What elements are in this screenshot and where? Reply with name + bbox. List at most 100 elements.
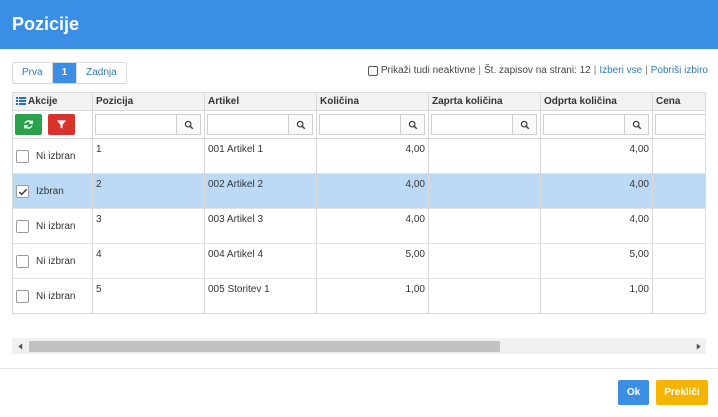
kolicina-value: 4,00: [405, 144, 425, 155]
column-header-zaprta-kolicina[interactable]: Zaprta količina: [429, 93, 541, 111]
refresh-button[interactable]: [15, 114, 42, 135]
cena-cell: [653, 209, 705, 244]
row-select-checkbox[interactable]: [16, 290, 29, 303]
artikel-cell: 001 Artikel 1: [205, 139, 317, 174]
filter-input-odprta-kolicina[interactable]: [543, 114, 625, 135]
actions-cell: Ni izbran: [13, 244, 93, 279]
kolicina-value: 4,00: [405, 214, 425, 225]
filter-search-button-zaprta-kolicina[interactable]: [512, 114, 537, 135]
filter-input-pozicija[interactable]: [95, 114, 177, 135]
filter-input-artikel[interactable]: [207, 114, 289, 135]
filter-input-kolicina[interactable]: [319, 114, 401, 135]
row-select-label: Ni izbran: [36, 221, 76, 232]
footer-divider: [0, 368, 718, 369]
row-select-checkbox[interactable]: [16, 220, 29, 233]
search-icon: [408, 120, 417, 129]
odprta-kolicina-value: 4,00: [629, 179, 649, 190]
filter-search-button-kolicina[interactable]: [400, 114, 425, 135]
scrollbar-thumb[interactable]: [29, 341, 500, 352]
row-select-checkbox[interactable]: [16, 255, 29, 268]
list-icon: [16, 97, 26, 105]
separator: |: [478, 65, 481, 76]
kolicina-cell: 4,00: [317, 209, 429, 244]
actions-cell: Ni izbran: [13, 279, 93, 313]
pozicija-value: 5: [96, 284, 102, 295]
arrow-left-icon: [17, 342, 22, 350]
filter-search-button-pozicija[interactable]: [176, 114, 201, 135]
column-header-pozicija[interactable]: Pozicija: [93, 93, 205, 111]
pagination: Prva 1 Zadnja: [12, 62, 127, 84]
odprta-kolicina-value: 4,00: [629, 214, 649, 225]
zaprta-kolicina-cell: [429, 279, 541, 313]
cena-cell: [653, 244, 705, 279]
zaprta-kolicina-cell: [429, 174, 541, 209]
arrow-right-icon: [696, 342, 701, 350]
column-label: Akcije: [28, 96, 58, 107]
table-row[interactable]: Izbran 2 002 Artikel 2 4,00 4,00: [13, 174, 705, 209]
column-header-cena[interactable]: Cena: [653, 93, 705, 111]
select-all-link[interactable]: Izberi vse: [599, 65, 642, 76]
zaprta-kolicina-cell: [429, 139, 541, 174]
filter-cell-cena: [653, 111, 705, 139]
filter-cell-zaprta-kolicina: [429, 111, 541, 139]
refresh-icon: [24, 120, 33, 129]
filter-cell-artikel: [205, 111, 317, 139]
filter-search-button-artikel[interactable]: [288, 114, 313, 135]
per-page-label: Št. zapisov na strani: 12: [484, 65, 591, 76]
artikel-value: 001 Artikel 1: [208, 144, 264, 155]
table-row[interactable]: Ni izbran 1 001 Artikel 1 4,00 4,00: [13, 139, 705, 174]
pozicija-value: 4: [96, 249, 102, 260]
page-last-button[interactable]: Zadnja: [77, 63, 126, 83]
artikel-value: 004 Artikel 4: [208, 249, 264, 260]
column-header-kolicina[interactable]: Količina: [317, 93, 429, 111]
cena-cell: [653, 139, 705, 174]
page-current-button[interactable]: 1: [52, 63, 78, 83]
pozicija-cell: 3: [93, 209, 205, 244]
show-inactive-checkbox[interactable]: [367, 65, 378, 76]
filter-button[interactable]: [48, 114, 75, 135]
zaprta-kolicina-cell: [429, 209, 541, 244]
row-select-label: Izbran: [36, 186, 64, 197]
odprta-kolicina-cell: 4,00: [541, 139, 653, 174]
filter-cell-pozicija: [93, 111, 205, 139]
dialog-title: Pozicije: [12, 14, 80, 34]
row-select-checkbox[interactable]: [16, 185, 29, 198]
kolicina-value: 5,00: [405, 249, 425, 260]
page-first-button[interactable]: Prva: [13, 63, 53, 83]
cancel-button[interactable]: Prekliči: [656, 380, 708, 405]
artikel-cell: 005 Storitev 1: [205, 279, 317, 313]
scroll-left-button[interactable]: [12, 338, 28, 354]
table-row[interactable]: Ni izbran 3 003 Artikel 3 4,00 4,00: [13, 209, 705, 244]
odprta-kolicina-cell: 4,00: [541, 209, 653, 244]
odprta-kolicina-value: 5,00: [629, 249, 649, 260]
odprta-kolicina-value: 1,00: [629, 284, 649, 295]
filter-input-zaprta-kolicina[interactable]: [431, 114, 513, 135]
kolicina-cell: 4,00: [317, 139, 429, 174]
ok-button[interactable]: Ok: [618, 380, 649, 405]
grid-options: Prikaži tudi neaktivne | Št. zapisov na …: [367, 65, 708, 76]
check-icon: [18, 188, 28, 196]
column-header-akcije[interactable]: Akcije: [13, 93, 93, 111]
horizontal-scrollbar[interactable]: [12, 338, 706, 354]
artikel-value: 005 Storitev 1: [208, 284, 270, 295]
odprta-kolicina-cell: 4,00: [541, 174, 653, 209]
column-header-artikel[interactable]: Artikel: [205, 93, 317, 111]
separator: |: [593, 65, 597, 76]
actions-cell: Ni izbran: [13, 209, 93, 244]
search-icon: [520, 120, 529, 129]
actions-cell: Izbran: [13, 174, 93, 209]
filter-icon: [56, 120, 67, 129]
column-header-odprta-kolicina[interactable]: Odprta količina: [541, 93, 653, 111]
odprta-kolicina-cell: 5,00: [541, 244, 653, 279]
row-select-checkbox[interactable]: [16, 150, 29, 163]
show-inactive-label: Prikaži tudi neaktivne: [380, 65, 476, 76]
clear-selection-link[interactable]: Pobriši izbiro: [651, 65, 708, 76]
table-row[interactable]: Ni izbran 5 005 Storitev 1 1,00 1,00: [13, 279, 705, 313]
table-row[interactable]: Ni izbran 4 004 Artikel 4 5,00 5,00: [13, 244, 705, 279]
scroll-right-button[interactable]: [690, 338, 706, 354]
positions-grid: Akcije Pozicija Artikel Količina Zaprta …: [12, 92, 706, 314]
filter-search-button-odprta-kolicina[interactable]: [624, 114, 649, 135]
filter-input-cena[interactable]: [655, 114, 705, 135]
cena-cell: [653, 279, 705, 313]
row-select-label: Ni izbran: [36, 291, 76, 302]
